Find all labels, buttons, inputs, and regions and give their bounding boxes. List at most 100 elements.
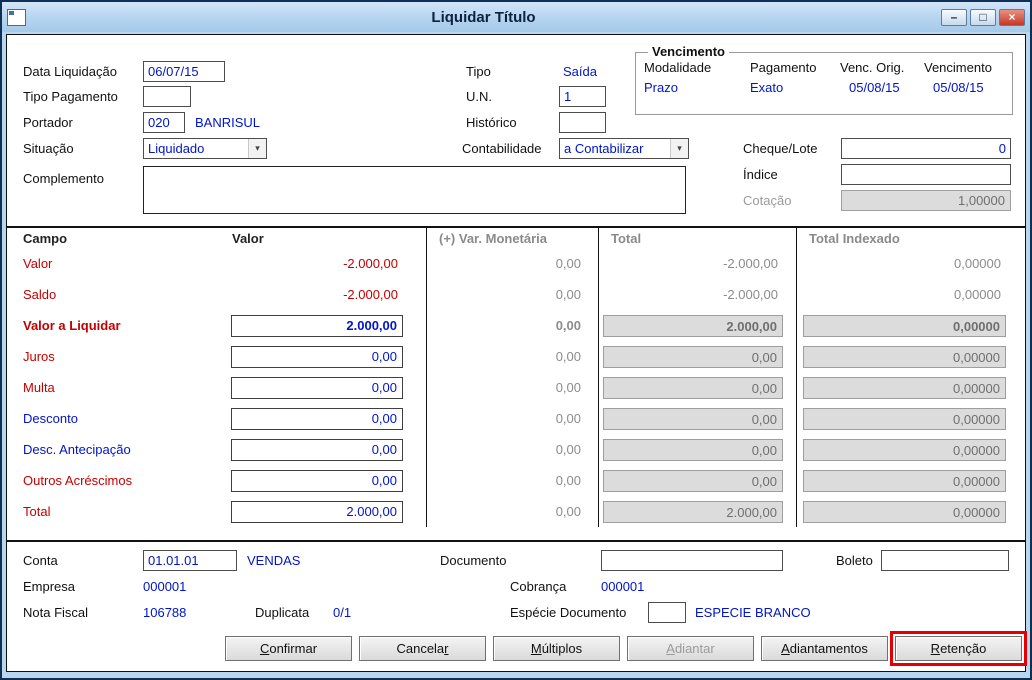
desconto-indexado: 0,00000 — [803, 407, 1006, 430]
tipo-label: Tipo — [466, 64, 491, 79]
duplicata-label: Duplicata — [255, 605, 310, 620]
multa-input[interactable] — [231, 376, 403, 399]
venc-orig-label: Venc. Orig. — [840, 60, 905, 75]
portador-label: Portador — [23, 115, 73, 130]
valor-total: -2.000,00 — [723, 256, 778, 271]
valor-a-liquidar-indexado: 0,00000 — [803, 314, 1006, 337]
valor-var: 0,00 — [555, 256, 581, 271]
title-bar[interactable]: Liquidar Título – □ × — [2, 2, 1030, 32]
nota-fiscal-label: Nota Fiscal — [23, 605, 89, 620]
grid-label-saldo: Saldo — [23, 287, 57, 302]
empresa-label: Empresa — [23, 579, 76, 594]
situacao-label: Situação — [23, 141, 74, 156]
cheque-lote-input[interactable] — [841, 138, 1011, 159]
empresa-value: 000001 — [143, 579, 187, 594]
valor-valor: -2.000,00 — [343, 256, 398, 271]
grid-header-total: Total — [598, 228, 796, 248]
vencimento-label: Vencimento — [924, 60, 992, 75]
tipo-value: Saída — [563, 64, 597, 79]
outros-acrescimos-total: 0,00 — [603, 469, 783, 492]
minimize-button[interactable]: – — [941, 8, 967, 26]
desc-antecipacao-input[interactable] — [231, 438, 403, 461]
grid-label-desc-antecipacao: Desc. Antecipação — [23, 442, 131, 457]
valor-a-liquidar-total: 2.000,00 — [603, 314, 783, 337]
historico-label: Histórico — [466, 115, 517, 130]
un-label: U.N. — [466, 89, 492, 104]
complemento-textarea[interactable] — [143, 166, 686, 214]
tipo-pagamento-input[interactable] — [143, 86, 191, 107]
cobranca-label: Cobrança — [510, 579, 567, 594]
contabilidade-label: Contabilidade — [462, 141, 542, 156]
multiplos-button[interactable]: Múltiplos — [493, 636, 620, 661]
desconto-total: 0,00 — [603, 407, 783, 430]
contabilidade-value: a Contabilizar — [564, 141, 644, 156]
un-input[interactable] — [559, 86, 606, 107]
total-var: 0,00 — [555, 504, 581, 519]
adiantamentos-button[interactable]: Adiantamentos — [761, 636, 888, 661]
tipo-pagamento-label: Tipo Pagamento — [23, 89, 118, 104]
confirmar-button[interactable]: Confirmar — [225, 636, 352, 661]
modalidade-label: Modalidade — [644, 60, 712, 75]
grid-label-valor: Valor — [23, 256, 53, 271]
chevron-down-icon[interactable]: ▾ — [670, 139, 688, 158]
grid-label-valor-a-liquidar: Valor a Liquidar — [23, 318, 121, 333]
portador-name: BANRISUL — [195, 115, 261, 130]
venc-orig-value: 05/08/15 — [849, 80, 900, 95]
situacao-select[interactable]: Liquidado ▾ — [143, 138, 267, 159]
boleto-label: Boleto — [836, 553, 873, 568]
conta-name: VENDAS — [247, 553, 301, 568]
juros-total: 0,00 — [603, 345, 783, 368]
cheque-lote-label: Cheque/Lote — [743, 141, 818, 156]
separator-line — [7, 540, 1025, 542]
desconto-input[interactable] — [231, 407, 403, 430]
desc-antecipacao-total: 0,00 — [603, 438, 783, 461]
retencao-button[interactable]: Retenção — [890, 631, 1027, 666]
saldo-total: -2.000,00 — [723, 287, 778, 302]
juros-input[interactable] — [231, 345, 403, 368]
portador-input[interactable] — [143, 112, 185, 133]
window-controls: – □ × — [941, 8, 1025, 26]
juros-var: 0,00 — [555, 349, 581, 364]
grid-label-desconto: Desconto — [23, 411, 78, 426]
chevron-down-icon[interactable]: ▾ — [248, 139, 266, 158]
grid-header-var-monetaria: (+) Var. Monetária — [426, 228, 598, 248]
total-indexado: 0,00000 — [803, 500, 1006, 523]
indice-input[interactable] — [841, 164, 1011, 185]
button-row: Confirmar Cancela r Múltiplos Adiantar Ad… — [225, 631, 1027, 666]
conta-label: Conta — [23, 553, 58, 568]
boleto-input[interactable] — [881, 550, 1009, 571]
conta-input[interactable] — [143, 550, 237, 571]
outros-acrescimos-input[interactable] — [231, 469, 403, 492]
vencimento-group-title: Vencimento — [648, 44, 729, 59]
grid-header-valor: Valor — [232, 230, 264, 246]
dialog-window: Liquidar Título – □ × Data Liquidação Ti… — [0, 0, 1032, 680]
nota-fiscal-value: 106788 — [143, 605, 187, 620]
data-liquidacao-input[interactable] — [143, 61, 225, 82]
cancelar-button[interactable]: Cancela r — [359, 636, 486, 661]
saldo-var: 0,00 — [555, 287, 581, 302]
app-icon — [7, 8, 26, 26]
grid-label-multa: Multa — [23, 380, 55, 395]
saldo-indexado: 0,00000 — [954, 287, 1001, 302]
multa-indexado: 0,00000 — [803, 376, 1006, 399]
window-title: Liquidar Título — [431, 8, 536, 26]
maximize-button[interactable]: □ — [970, 8, 996, 26]
values-grid: Campo Valor (+) Var. Monetária Total Tot… — [7, 228, 1025, 527]
especie-documento-input[interactable] — [648, 602, 686, 623]
grid-header-campo: Campo — [23, 230, 68, 246]
situacao-value: Liquidado — [148, 141, 205, 156]
close-button[interactable]: × — [999, 8, 1025, 26]
cobranca-value: 000001 — [601, 579, 645, 594]
contabilidade-select[interactable]: a Contabilizar ▾ — [559, 138, 689, 159]
historico-input[interactable] — [559, 112, 606, 133]
documento-input[interactable] — [601, 550, 783, 571]
dialog-content: Data Liquidação Tipo Pagamento Portador … — [6, 34, 1027, 672]
vencimento-value: 05/08/15 — [933, 80, 984, 95]
multa-total: 0,00 — [603, 376, 783, 399]
valor-a-liquidar-input[interactable] — [231, 314, 403, 337]
pagamento-label: Pagamento — [750, 60, 817, 75]
valor-indexado: 0,00000 — [954, 256, 1001, 271]
total-input[interactable] — [231, 500, 403, 523]
valor-a-liquidar-var: 0,00 — [555, 318, 581, 333]
pagamento-value: Exato — [750, 80, 784, 95]
